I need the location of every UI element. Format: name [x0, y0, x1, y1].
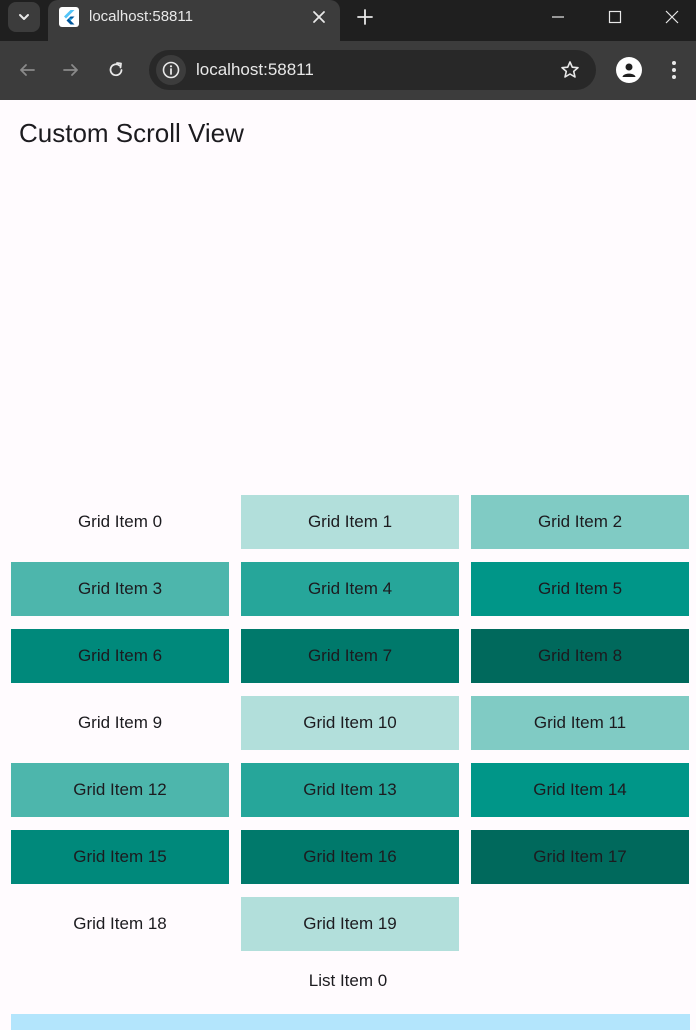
new-tab-button[interactable] — [352, 4, 378, 30]
grid-item-label: Grid Item 5 — [537, 579, 623, 598]
list-item-label: List Item 0 — [308, 971, 388, 990]
arrow-left-icon — [20, 64, 35, 76]
grid-item-label: Grid Item 11 — [533, 713, 627, 732]
grid-item-label: Grid Item 0 — [77, 512, 163, 531]
list-item — [11, 1014, 690, 1030]
info-icon — [162, 61, 180, 79]
grid-item: Grid Item 12 — [11, 763, 229, 817]
grid-item: Grid Item 14 — [471, 763, 689, 817]
grid-item: Grid Item 1 — [241, 495, 459, 549]
browser-toolbar: localhost:58811 — [0, 41, 696, 100]
forward-button[interactable] — [56, 55, 86, 85]
sliver-grid: Grid Item 0 Grid Item 1 Grid Item 2 Grid… — [11, 495, 690, 951]
grid-item: Grid Item 17 — [471, 830, 689, 884]
grid-item: Grid Item 11 — [471, 696, 689, 750]
browser-tab[interactable]: localhost:58811 — [48, 0, 340, 41]
more-vert-icon — [672, 61, 676, 79]
grid-item: Grid Item 9 — [11, 696, 229, 750]
plus-icon — [357, 9, 373, 25]
grid-item-label: Grid Item 16 — [303, 847, 397, 866]
tab-title: localhost:58811 — [89, 8, 193, 25]
chevron-down-icon — [19, 14, 29, 20]
bookmark-button[interactable] — [558, 58, 582, 82]
arrow-right-icon — [63, 64, 78, 76]
tab-search-button[interactable] — [8, 2, 40, 32]
page-content[interactable]: Custom Scroll View Grid Item 0 Grid Item… — [0, 100, 696, 1030]
grid-item-label: Grid Item 3 — [77, 579, 163, 598]
site-info-button[interactable] — [156, 55, 186, 85]
profile-button[interactable] — [616, 57, 642, 83]
grid-item: Grid Item 7 — [241, 629, 459, 683]
grid-item: Grid Item 6 — [11, 629, 229, 683]
back-button[interactable] — [12, 55, 42, 85]
grid-item-label: Grid Item 2 — [537, 512, 623, 531]
grid-item-label: Grid Item 18 — [73, 914, 167, 933]
grid-item: Grid Item 13 — [241, 763, 459, 817]
maximize-icon — [608, 10, 622, 24]
minimize-icon — [552, 16, 564, 18]
grid-item-label: Grid Item 10 — [303, 713, 397, 732]
person-icon — [622, 63, 636, 77]
maximize-button[interactable] — [587, 0, 643, 34]
grid-item-label: Grid Item 4 — [307, 579, 393, 598]
flutter-logo-icon — [59, 7, 79, 27]
grid-item-label: Grid Item 14 — [533, 780, 627, 799]
grid-item: Grid Item 8 — [471, 629, 689, 683]
grid-item: Grid Item 19 — [241, 897, 459, 951]
close-icon[interactable] — [308, 6, 330, 28]
grid-item: Grid Item 0 — [11, 495, 229, 549]
browser-menu-button[interactable] — [662, 55, 686, 85]
grid-item-label: Grid Item 19 — [303, 914, 397, 933]
page-title: Custom Scroll View — [19, 118, 244, 148]
list-item: List Item 0 — [0, 962, 696, 1000]
star-icon — [561, 61, 579, 78]
address-bar[interactable]: localhost:58811 — [149, 50, 596, 90]
window-close-button[interactable] — [644, 0, 696, 34]
grid-item: Grid Item 10 — [241, 696, 459, 750]
url-text[interactable]: localhost:58811 — [196, 60, 314, 80]
grid-item: Grid Item 2 — [471, 495, 689, 549]
reload-button[interactable] — [101, 55, 131, 85]
grid-item-label: Grid Item 1 — [307, 512, 393, 531]
reload-icon — [109, 62, 123, 77]
grid-item-label: Grid Item 8 — [537, 646, 623, 665]
browser-tab-strip: localhost:58811 — [0, 0, 696, 41]
minimize-button[interactable] — [530, 0, 586, 34]
grid-item-label: Grid Item 17 — [533, 847, 627, 866]
grid-item: Grid Item 5 — [471, 562, 689, 616]
grid-item: Grid Item 18 — [11, 897, 229, 951]
grid-item-label: Grid Item 6 — [77, 646, 163, 665]
grid-item-label: Grid Item 7 — [307, 646, 393, 665]
window-close-icon — [665, 10, 679, 24]
grid-item: Grid Item 4 — [241, 562, 459, 616]
grid-item-label: Grid Item 15 — [73, 847, 167, 866]
grid-item: Grid Item 15 — [11, 830, 229, 884]
grid-item-label: Grid Item 9 — [77, 713, 163, 732]
grid-item: Grid Item 3 — [11, 562, 229, 616]
grid-item-label: Grid Item 13 — [303, 780, 397, 799]
grid-item: Grid Item 16 — [241, 830, 459, 884]
grid-item-label: Grid Item 12 — [73, 780, 167, 799]
